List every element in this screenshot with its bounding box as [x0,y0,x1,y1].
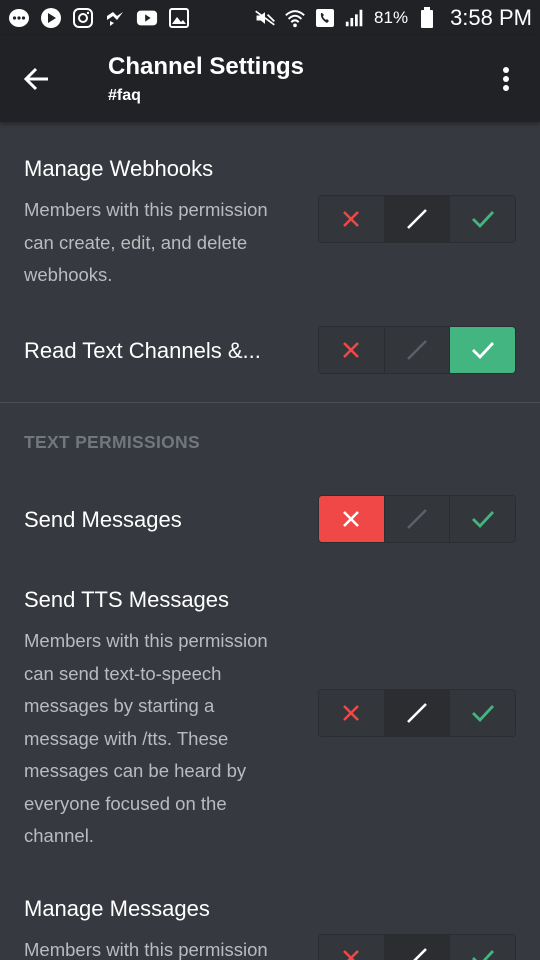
tri-state-send-tts-messages [318,689,516,737]
check-icon [471,705,494,723]
page-title: Channel Settings [108,53,305,80]
section-header-text-permissions: TEXT PERMISSIONS [24,432,200,452]
battery-percent: 81% [374,8,409,27]
deny-option[interactable] [319,196,385,242]
allow-option[interactable] [450,690,515,736]
x-icon [343,950,360,960]
x-icon [343,705,360,721]
system-icons: 81% 3:58 PM [254,5,532,31]
tri-state-manage-webhooks [318,195,516,243]
neutral-option[interactable] [384,935,451,960]
x-icon [343,211,360,227]
neutral-option[interactable] [384,496,451,542]
permission-title: Manage Webhooks [24,156,214,181]
x-icon [343,342,360,358]
notification-icons [8,7,190,29]
permissions-list: Manage Webhooks Members with this permis… [0,122,540,960]
mute-icon [254,7,276,29]
deny-option[interactable] [319,690,385,736]
play-icon [40,7,62,29]
signal-icon [344,7,366,29]
wifi-icon [284,7,306,29]
instagram-icon [72,7,94,29]
permission-title: Manage Messages [24,896,210,921]
allow-option[interactable] [450,196,515,242]
app-bar: Channel Settings #faq [0,36,540,122]
deny-option[interactable] [319,935,385,960]
tri-state-send-messages [318,495,516,543]
youtube-icon [136,7,158,29]
slash-icon [407,340,427,360]
allow-option[interactable] [450,935,515,960]
slash-icon [407,509,427,529]
allow-option[interactable] [450,496,515,542]
battery-icon [416,7,438,29]
chat-icon [8,7,30,29]
neutral-option[interactable] [384,690,451,736]
status-bar: 81% 3:58 PM [0,0,540,36]
permission-description: Members with this permission [24,939,268,960]
allow-option[interactable] [450,327,515,373]
deny-option[interactable] [319,496,385,542]
tri-state-read-text-channels [318,326,516,374]
permission-description: Members with this permission can create,… [24,199,268,285]
check-icon [471,511,494,529]
gallery-icon [168,7,190,29]
arrow-left-icon [23,67,48,91]
deny-option[interactable] [319,327,385,373]
section-divider [0,402,540,403]
back-button[interactable] [0,36,72,122]
neutral-option[interactable] [384,327,451,373]
overflow-menu-button[interactable] [486,36,526,122]
check-icon [471,950,494,960]
slash-icon [413,948,427,960]
channel-name: #faq [108,87,141,104]
tri-state-manage-messages [318,934,516,960]
slash-icon [407,703,427,723]
x-icon [343,511,360,527]
slash-icon [407,209,427,229]
check-icon [471,342,494,360]
neutral-option[interactable] [384,196,451,242]
more-vert-icon [503,67,509,91]
phone-icon [314,7,336,29]
app-bar-titles: Channel Settings #faq [108,53,304,105]
permission-description: Members with this permission can send te… [24,630,268,846]
permission-title: Send TTS Messages [24,587,230,612]
clock: 3:58 PM [450,5,532,30]
check-icon [471,211,494,229]
messenger-icon [104,7,126,29]
